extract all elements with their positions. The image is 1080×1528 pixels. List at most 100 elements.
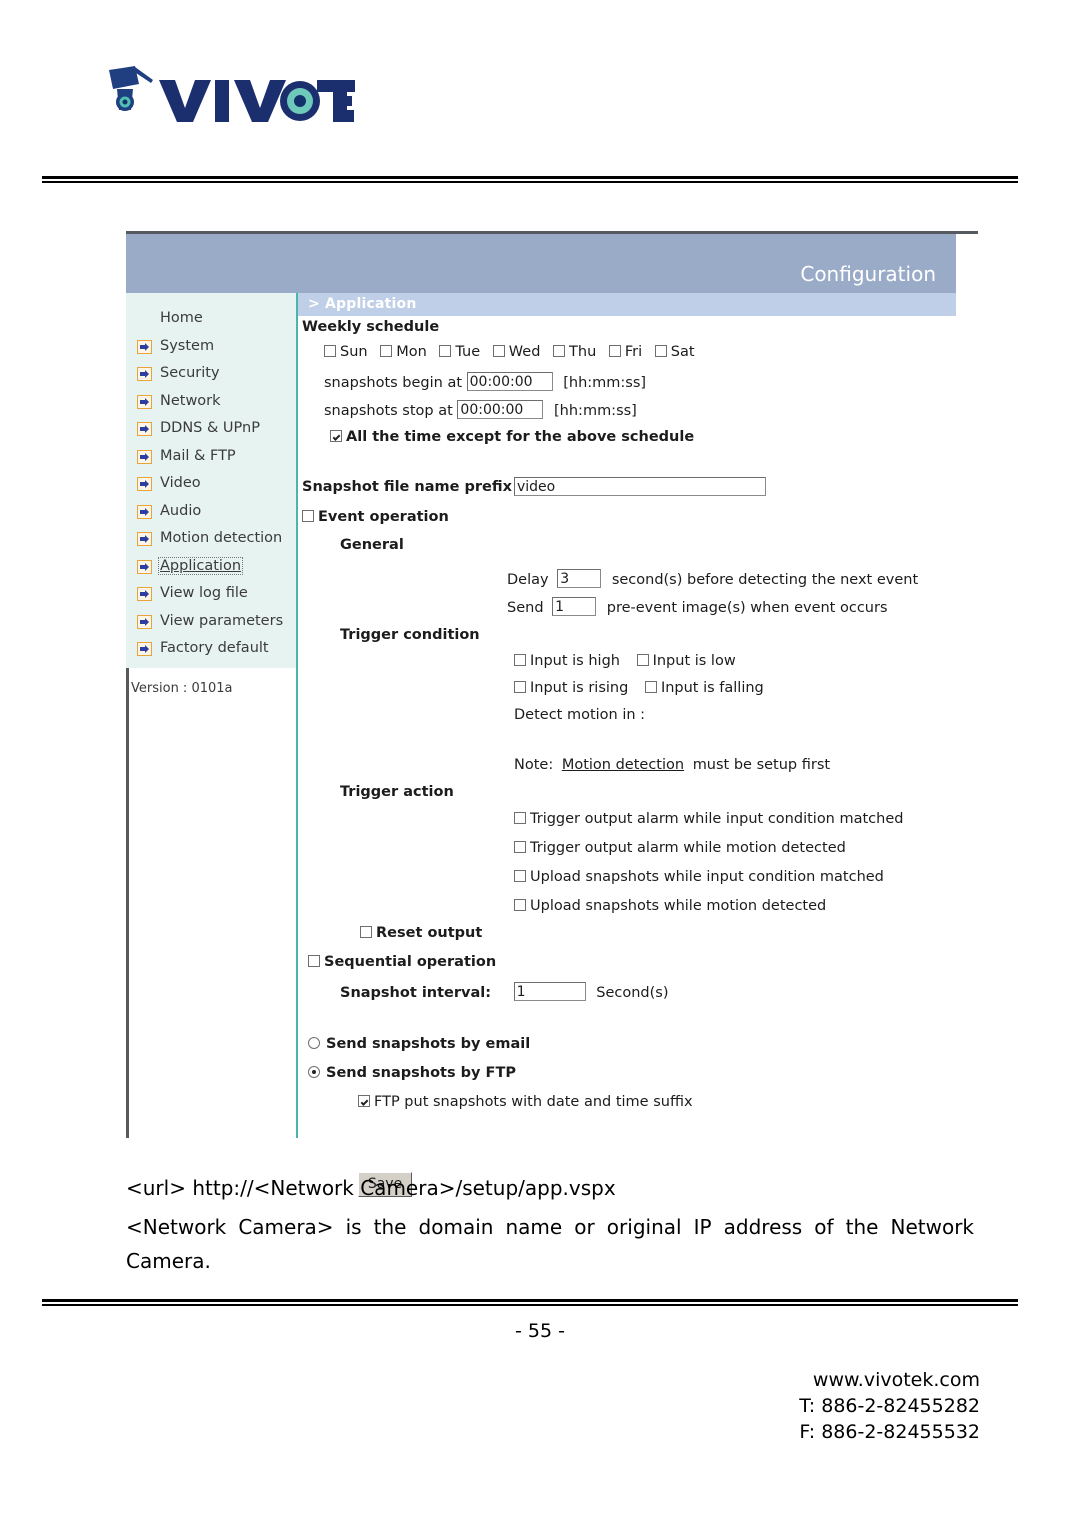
sidebar-item-factory-default[interactable]: Factory default xyxy=(126,637,298,664)
checkbox-input-high-label: Input is high xyxy=(530,653,620,669)
checkbox-sat-box[interactable] xyxy=(654,345,667,357)
checkbox-input-falling-label: Input is falling xyxy=(660,680,764,696)
checkbox-upload-input-box[interactable] xyxy=(514,870,526,882)
send-preevent-input[interactable]: 1 xyxy=(552,597,597,616)
breadcrumb: > Application xyxy=(308,296,417,312)
weekday-checkbox-group: Sun Mon Tue Wed Thu Fri Sat xyxy=(324,344,695,360)
snapshots-begin-label: snapshots begin at xyxy=(324,375,463,391)
page-number: - 55 - xyxy=(515,1320,565,1342)
checkbox-sequential-operation-box[interactable] xyxy=(308,955,320,967)
sidebar-item-view-parameters[interactable]: View parameters xyxy=(126,610,298,637)
checkbox-upload-motion-box[interactable] xyxy=(514,899,526,911)
checkbox-fri[interactable]: Fri xyxy=(608,344,642,360)
snapshot-interval-row: Snapshot interval: 1 Second(s) xyxy=(340,982,669,1001)
sidebar-item-mail-ftp[interactable]: Mail & FTP xyxy=(126,445,298,472)
sidebar-item-audio[interactable]: Audio xyxy=(126,500,298,527)
checkbox-upload-input[interactable]: Upload snapshots while input condition m… xyxy=(514,869,884,885)
setup-url-line: <url> http://<Network Camera>/setup/app.… xyxy=(126,1176,616,1200)
checkbox-ftp-suffix-label: FTP put snapshots with date and time suf… xyxy=(374,1094,693,1110)
radio-send-ftp[interactable]: Send snapshots by FTP xyxy=(308,1065,516,1081)
trigger-condition-heading: Trigger condition xyxy=(340,627,480,643)
checkbox-input-low[interactable]: Input is low xyxy=(636,653,736,669)
checkbox-trigger-alarm-input[interactable]: Trigger output alarm while input conditi… xyxy=(514,811,903,827)
checkbox-input-low-box[interactable] xyxy=(636,654,649,666)
checkbox-input-rising-box[interactable] xyxy=(514,681,526,693)
sidebar-item-application[interactable]: Application xyxy=(126,555,298,582)
arrow-icon xyxy=(137,614,152,629)
sidebar-nav: Home System Security Network DDNS & UPnP Mail… xyxy=(126,293,298,668)
snapshot-prefix-label: Snapshot file name prefix xyxy=(302,479,512,495)
delay-input[interactable]: 3 xyxy=(557,569,602,588)
checkbox-input-high[interactable]: Input is high xyxy=(514,653,620,669)
checkbox-ftp-suffix-box[interactable] xyxy=(358,1095,370,1107)
checkbox-sat[interactable]: Sat xyxy=(654,344,695,360)
all-time-except-box[interactable] xyxy=(330,430,342,442)
sidebar-item-ddns-upnp[interactable]: DDNS & UPnP xyxy=(126,417,298,444)
snapshots-begin-input[interactable]: 00:00:00 xyxy=(466,372,553,391)
footer-contact-info: www.vivotek.com T: 886-2-82455282 F: 886… xyxy=(799,1367,980,1445)
checkbox-mon-box[interactable] xyxy=(380,345,393,357)
event-operation-box[interactable] xyxy=(302,510,314,522)
checkbox-input-rising[interactable]: Input is rising xyxy=(514,680,628,696)
checkbox-tue[interactable]: Tue xyxy=(439,344,480,360)
checkbox-sun[interactable]: Sun xyxy=(324,344,368,360)
checkbox-trigger-alarm-input-box[interactable] xyxy=(514,812,526,824)
checkbox-input-high-box[interactable] xyxy=(514,654,526,666)
sidebar-item-system[interactable]: System xyxy=(126,335,298,362)
event-operation-checkbox[interactable]: Event operation xyxy=(302,509,449,525)
sidebar-item-video[interactable]: Video xyxy=(126,472,298,499)
sidebar-item-label: Audio xyxy=(160,502,202,519)
send-prefix-label: Send xyxy=(507,600,544,616)
checkbox-trigger-alarm-motion[interactable]: Trigger output alarm while motion detect… xyxy=(514,840,846,856)
snapshot-interval-input[interactable]: 1 xyxy=(513,982,586,1001)
checkbox-sequential-operation[interactable]: Sequential operation xyxy=(308,954,496,970)
motion-detection-link[interactable]: Motion detection xyxy=(562,757,684,773)
sidebar-item-network[interactable]: Network xyxy=(126,390,298,417)
detect-motion-label: Detect motion in : xyxy=(514,707,646,723)
snapshot-prefix-input[interactable]: video xyxy=(514,477,766,496)
sidebar-item-label: Application xyxy=(158,556,244,575)
checkbox-wed-label: Wed xyxy=(508,344,541,360)
checkbox-input-falling-box[interactable] xyxy=(644,681,657,693)
radio-send-ftp-circle[interactable] xyxy=(308,1066,320,1078)
checkbox-wed-box[interactable] xyxy=(492,345,505,357)
radio-send-email-circle[interactable] xyxy=(308,1037,320,1049)
trigger-condition-row-1: Input is high Input is low xyxy=(514,653,736,669)
checkbox-trigger-alarm-motion-label: Trigger output alarm while motion detect… xyxy=(530,840,846,856)
snapshot-prefix-field[interactable]: video xyxy=(514,477,766,496)
motion-detection-note: Note: Motion detection must be setup fir… xyxy=(514,757,830,773)
checkbox-ftp-suffix[interactable]: FTP put snapshots with date and time suf… xyxy=(358,1094,693,1110)
snapshots-stop-hint: [hh:mm:ss] xyxy=(554,403,637,419)
checkbox-input-rising-label: Input is rising xyxy=(530,680,629,696)
arrow-icon xyxy=(137,587,152,601)
sidebar-item-view-log-file[interactable]: View log file xyxy=(126,582,298,609)
checkbox-reset-output-box[interactable] xyxy=(360,926,372,938)
checkbox-upload-motion[interactable]: Upload snapshots while motion detected xyxy=(514,898,826,914)
sidebar-item-label: Network xyxy=(160,392,221,409)
checkbox-reset-output-label: Reset output xyxy=(376,925,483,941)
checkbox-tue-box[interactable] xyxy=(439,345,452,357)
sidebar-item-label: Video xyxy=(160,475,201,491)
delay-prefix-label: Delay xyxy=(507,572,549,588)
checkbox-reset-output[interactable]: Reset output xyxy=(360,925,482,941)
sidebar-item-home[interactable]: Home xyxy=(126,307,298,334)
arrow-icon xyxy=(137,504,152,519)
checkbox-thu[interactable]: Thu xyxy=(553,344,596,360)
checkbox-sun-box[interactable] xyxy=(324,345,336,357)
arrow-icon xyxy=(137,339,152,354)
snapshots-stop-input[interactable]: 00:00:00 xyxy=(457,400,544,419)
arrow-icon xyxy=(137,367,152,381)
sidebar-item-security[interactable]: Security xyxy=(126,362,298,389)
all-time-except-checkbox[interactable]: All the time except for the above schedu… xyxy=(330,429,694,445)
radio-send-email[interactable]: Send snapshots by email xyxy=(308,1036,530,1052)
snapshots-stop-label: snapshots stop at xyxy=(324,403,453,419)
checkbox-trigger-alarm-motion-box[interactable] xyxy=(514,841,526,853)
arrow-icon xyxy=(137,642,152,656)
sidebar-item-motion-detection[interactable]: Motion detection xyxy=(126,527,298,554)
checkbox-thu-box[interactable] xyxy=(553,345,566,357)
checkbox-mon[interactable]: Mon xyxy=(380,344,427,360)
checkbox-fri-box[interactable] xyxy=(608,345,621,357)
event-operation-label: Event operation xyxy=(318,509,449,525)
checkbox-wed[interactable]: Wed xyxy=(492,344,541,360)
checkbox-input-falling[interactable]: Input is falling xyxy=(644,680,764,696)
